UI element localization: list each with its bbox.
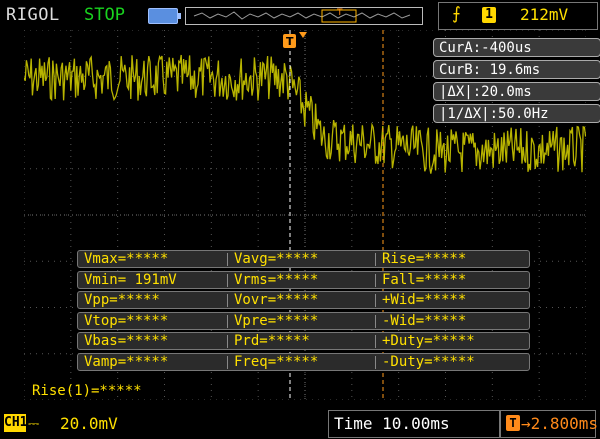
timebase-value: Time 10.00ms <box>334 414 450 433</box>
column-divider <box>227 294 228 307</box>
column-divider <box>375 273 376 287</box>
measurement-row: Vamp=***** Freq=***** -Duty=***** <box>77 352 530 371</box>
measurement-table: Vmax=***** Vavg=***** Rise=***** Vmin= 191m… <box>77 250 530 372</box>
delta-x-readout: |ΔX|:20.0ms <box>433 82 600 101</box>
trigger-offset-value: →2.800ms <box>521 414 599 433</box>
measurement-row: Vmax=***** Vavg=***** Rise=***** <box>77 250 530 268</box>
measurement-value: Vmax=***** <box>84 251 169 267</box>
measurement-row: Vbas=***** Prd=***** +Duty=***** <box>77 332 530 350</box>
svg-text:T: T <box>336 8 343 18</box>
trigger-offset-icon: T <box>506 415 520 431</box>
measurement-value: Vpp=***** <box>84 292 160 308</box>
measurement-value: Vmin= 191mV <box>84 271 177 288</box>
column-divider <box>375 355 376 369</box>
cursor-a-readout: CurA:-400us <box>433 38 600 57</box>
trigger-slope-icon: ⨍ <box>452 4 461 24</box>
measurement-value: Rise=***** <box>382 251 467 267</box>
measurement-row: Vtop=***** Vpre=***** -Wid=***** <box>77 311 530 330</box>
column-divider <box>375 253 376 266</box>
cursor-b-readout: CurB: 19.6ms <box>433 60 600 79</box>
measurement-value: +Duty=***** <box>382 333 475 349</box>
trigger-arrow-icon <box>299 32 307 38</box>
channel-1-scale: 20.0mV <box>60 414 118 433</box>
measurement-row: Vmin= 191mV Vrms=***** Fall=***** <box>77 270 530 289</box>
measurement-value: -Duty=***** <box>382 353 475 370</box>
run-state-indicator[interactable]: STOP <box>84 5 125 25</box>
inverse-delta-x-readout: |1/ΔX|:50.0Hz <box>433 104 600 123</box>
measurement-value: Vrms=***** <box>234 271 319 288</box>
measurement-value: Prd=***** <box>234 333 310 349</box>
measurement-value: -Wid=***** <box>382 312 467 329</box>
trigger-marker-label: T <box>286 35 294 48</box>
battery-icon <box>148 8 181 24</box>
measurement-value: Fall=***** <box>382 271 467 288</box>
rise-channel-1-readout: Rise(1)=***** <box>32 383 142 399</box>
measurement-value: +Wid=***** <box>382 292 467 308</box>
column-divider <box>227 335 228 348</box>
memory-waveform-icon: T <box>193 8 411 23</box>
memory-depth-bar: T <box>185 7 423 25</box>
column-divider <box>375 335 376 348</box>
measurement-row: Vpp=***** Vovr=***** +Wid=***** <box>77 291 530 309</box>
measurement-value: Vtop=***** <box>84 312 169 329</box>
dc-coupling-icon: ⎓ <box>28 416 40 432</box>
column-divider <box>227 314 228 328</box>
column-divider <box>227 355 228 369</box>
measurement-value: Vamp=***** <box>84 353 169 370</box>
trigger-status-box[interactable] <box>438 2 598 30</box>
column-divider <box>227 253 228 266</box>
measurement-value: Vavg=***** <box>234 251 319 267</box>
measurement-value: Freq=***** <box>234 353 319 370</box>
column-divider <box>375 314 376 328</box>
measurement-value: Vpre=***** <box>234 312 319 329</box>
channel-1-badge[interactable]: CH1 <box>4 414 27 432</box>
column-divider <box>227 273 228 287</box>
brand-label: RIGOL <box>6 5 60 25</box>
column-divider <box>375 294 376 307</box>
trigger-channel-badge: 1 <box>482 7 496 23</box>
measurement-value: Vovr=***** <box>234 292 319 308</box>
trigger-level-value: 212mV <box>520 5 569 24</box>
measurement-value: Vbas=***** <box>84 333 169 349</box>
